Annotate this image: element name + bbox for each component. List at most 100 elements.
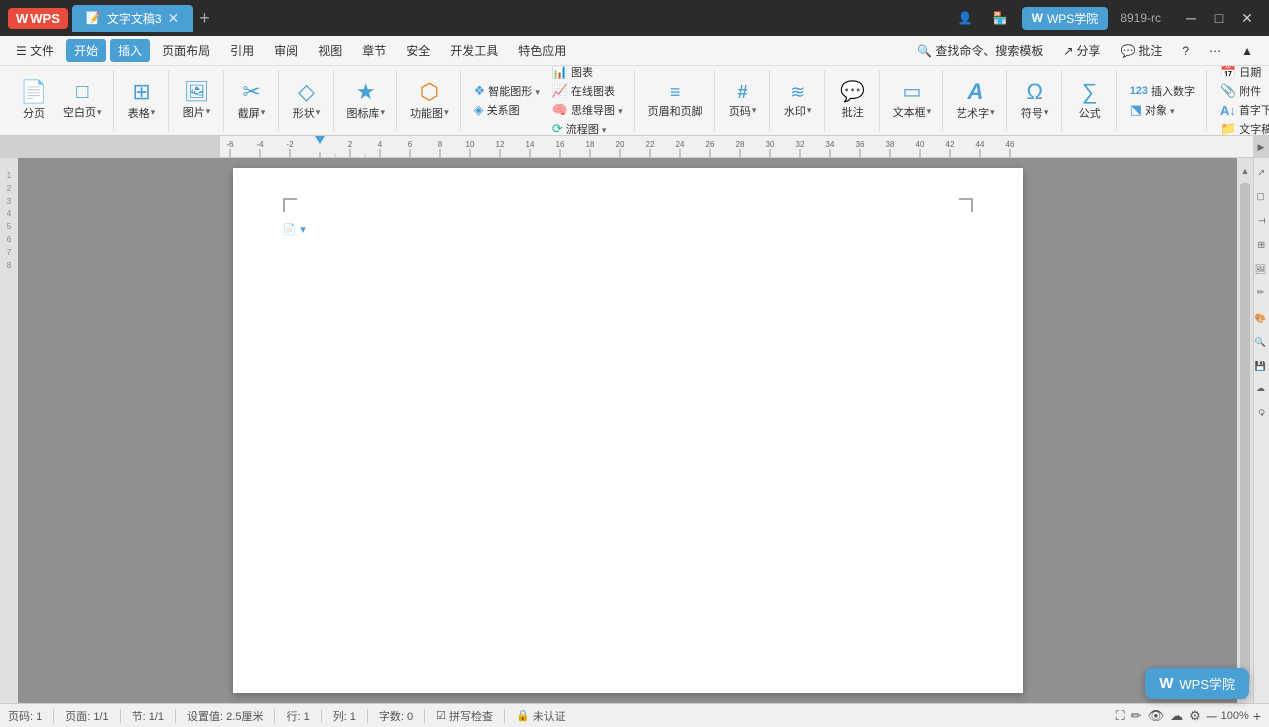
relation-diagram-button[interactable]: ◈ 关系图: [469, 101, 545, 119]
status-edit-button[interactable]: ✏: [1131, 708, 1142, 724]
new-tab-button[interactable]: +: [193, 8, 216, 29]
wordart-button[interactable]: A 艺术字 ▾: [951, 73, 1000, 129]
document-scroll-area[interactable]: 📄 ▾: [18, 158, 1237, 703]
comment-insert-button[interactable]: 💬 批注: [833, 73, 873, 129]
help-button[interactable]: ?: [1174, 41, 1197, 61]
image-caret: ▾: [206, 106, 211, 117]
zoom-level: 100%: [1221, 710, 1249, 722]
search-command-button[interactable]: 🔍 查找命令、搜索模板: [909, 39, 1051, 62]
far-right-draw-btn[interactable]: ✏: [1255, 282, 1269, 304]
textbox-button[interactable]: ▭ 文本框 ▾: [888, 73, 937, 129]
menu-item-special[interactable]: 特色应用: [510, 39, 574, 62]
share-button[interactable]: ↗ 分享: [1055, 39, 1108, 62]
menu-item-layout[interactable]: 页面布局: [154, 39, 218, 62]
minimize-button[interactable]: ─: [1177, 4, 1205, 32]
document-tab[interactable]: 📝 文字文稿3 ✕: [72, 5, 193, 32]
collapse-ribbon-button[interactable]: ▲: [1233, 41, 1261, 61]
tab-close-button[interactable]: ✕: [168, 10, 180, 27]
far-right-cloud-btn[interactable]: ☁: [1255, 378, 1269, 400]
far-right-image-btn[interactable]: 🖼: [1255, 258, 1269, 280]
far-right-refresh-btn[interactable]: ⟳: [1255, 402, 1269, 424]
header-footer-button[interactable]: ≡ 页眉和页脚: [643, 73, 708, 129]
ruler-content[interactable]: -6 -4 -2 2 4 6 8 10 12: [220, 136, 1253, 157]
comment-button[interactable]: 💬 批注: [1112, 39, 1170, 62]
wps-label: WPS: [30, 11, 60, 26]
more-icon: ⋯: [1209, 44, 1221, 58]
ribbon-group-date-etc: 📅 日期 📎 附件 A↓ 首字下沉 📁 文字稿部: [1209, 70, 1269, 131]
mind-map-button[interactable]: 🧠 思维导图 ▾: [547, 101, 628, 119]
section-label: 节: 1/1: [132, 708, 164, 724]
scroll-up-button[interactable]: ▲: [1238, 164, 1252, 178]
shape-button[interactable]: ◇ 形状 ▾: [287, 73, 327, 129]
status-settings-button[interactable]: ⚙: [1189, 708, 1201, 724]
attachment-button[interactable]: 📎 附件: [1215, 82, 1269, 100]
account-icon-button[interactable]: 👤: [952, 9, 979, 27]
far-right-table-btn[interactable]: ⊞: [1255, 234, 1269, 256]
screenshot-button[interactable]: ✂ 截屏 ▾: [232, 73, 272, 129]
svg-text:4: 4: [378, 140, 383, 149]
icon-library-button[interactable]: ★ 图标库 ▾: [342, 73, 391, 129]
status-cloud-button[interactable]: ☁: [1170, 708, 1183, 724]
maximize-button[interactable]: □: [1205, 4, 1233, 32]
far-right-text-btn[interactable]: T: [1255, 210, 1269, 232]
status-bar: 页码: 1 页面: 1/1 节: 1/1 设置值: 2.5厘米 行: 1 列: …: [0, 703, 1269, 727]
date-button[interactable]: 📅 日期: [1215, 66, 1269, 81]
object-button[interactable]: ⬔ 对象 ▾: [1125, 101, 1200, 119]
chart-button[interactable]: 📊 图表: [547, 66, 628, 81]
ruler-expand-button[interactable]: ▶: [1253, 136, 1269, 158]
wps-menu-button[interactable]: W WPS: [8, 8, 68, 29]
document-type-button[interactable]: 📄 ▾: [283, 223, 306, 236]
document-page[interactable]: 📄 ▾: [233, 168, 1023, 693]
page-number-button[interactable]: # 页码 ▾: [723, 73, 763, 129]
svg-text:44: 44: [976, 140, 985, 149]
smart-graphic-button[interactable]: ❖ 智能图形 ▾: [469, 82, 545, 100]
symbol-button[interactable]: Ω 符号 ▾: [1015, 73, 1055, 129]
symbol-icon: Ω: [1026, 81, 1042, 103]
page-break-button[interactable]: 📄 分页: [14, 73, 54, 129]
ribbon-group-smart: ❖ 智能图形 ▾ ◈ 关系图 📊 图表 📈 在线图表 🧠 思维导图 ▾ ⟳: [463, 70, 635, 131]
zoom-minus-button[interactable]: ─: [1207, 709, 1217, 723]
wps-academy-corner-badge[interactable]: W WPS学院: [1145, 668, 1249, 699]
ruler-left-margin: [0, 136, 220, 157]
file-text-button[interactable]: 📁 文字稿部: [1215, 120, 1269, 136]
object-icon: ⬔: [1130, 102, 1142, 118]
menu-item-review[interactable]: 审阅: [266, 39, 306, 62]
menu-item-home[interactable]: 开始: [66, 39, 106, 62]
image-button[interactable]: 🖼 图片 ▾: [177, 73, 217, 129]
far-right-cursor-btn[interactable]: ↖: [1255, 162, 1269, 184]
more-button[interactable]: ⋯: [1201, 41, 1229, 61]
auth-label: 未认证: [533, 708, 566, 724]
function-diagram-button[interactable]: ⬡ 功能图 ▾: [405, 73, 454, 129]
wps-academy-button[interactable]: W WPS学院: [1022, 7, 1109, 30]
scroll-thumb[interactable]: [1240, 183, 1250, 684]
auth-status-button[interactable]: 🔒 未认证: [516, 708, 566, 724]
spell-check-button[interactable]: ☑ 拼写检查: [436, 708, 493, 724]
status-view-mode-button[interactable]: 👁: [1148, 708, 1165, 724]
menu-item-reference[interactable]: 引用: [222, 39, 262, 62]
formula-button[interactable]: ∑ 公式: [1070, 73, 1110, 129]
watermark-button[interactable]: ≋ 水印 ▾: [778, 73, 818, 129]
menu-item-security[interactable]: 安全: [398, 39, 438, 62]
document-content[interactable]: [303, 228, 953, 703]
drop-cap-button[interactable]: A↓ 首字下沉: [1215, 101, 1269, 119]
menu-item-view[interactable]: 视图: [310, 39, 350, 62]
menu-item-section[interactable]: 章节: [354, 39, 394, 62]
blank-page-button[interactable]: □ 空白页 ▾: [58, 73, 107, 129]
far-right-search-btn[interactable]: 🔍: [1255, 330, 1269, 352]
insert-number-button[interactable]: 123 插入数字: [1125, 82, 1200, 100]
status-fullscreen-button[interactable]: ⛶: [1116, 708, 1125, 724]
menu-item-insert[interactable]: 插入: [110, 39, 150, 62]
far-right-select-btn[interactable]: ▢: [1255, 186, 1269, 208]
store-icon-button[interactable]: 🏪: [987, 9, 1014, 27]
flow-chart-button[interactable]: ⟳ 流程图 ▾: [547, 120, 628, 136]
svg-text:8: 8: [438, 140, 443, 149]
far-right-save-btn[interactable]: 💾: [1255, 354, 1269, 376]
far-right-format-btn[interactable]: 🎨: [1255, 306, 1269, 328]
close-button[interactable]: ✕: [1233, 4, 1261, 32]
online-chart-button[interactable]: 📈 在线图表: [547, 82, 628, 100]
menu-item-dev[interactable]: 开发工具: [442, 39, 506, 62]
spell-check-icon: ☑: [436, 709, 446, 722]
menu-item-file[interactable]: ☰ 文件: [8, 39, 62, 62]
table-button[interactable]: ⊞ 表格 ▾: [122, 73, 162, 129]
zoom-plus-button[interactable]: +: [1253, 709, 1261, 723]
